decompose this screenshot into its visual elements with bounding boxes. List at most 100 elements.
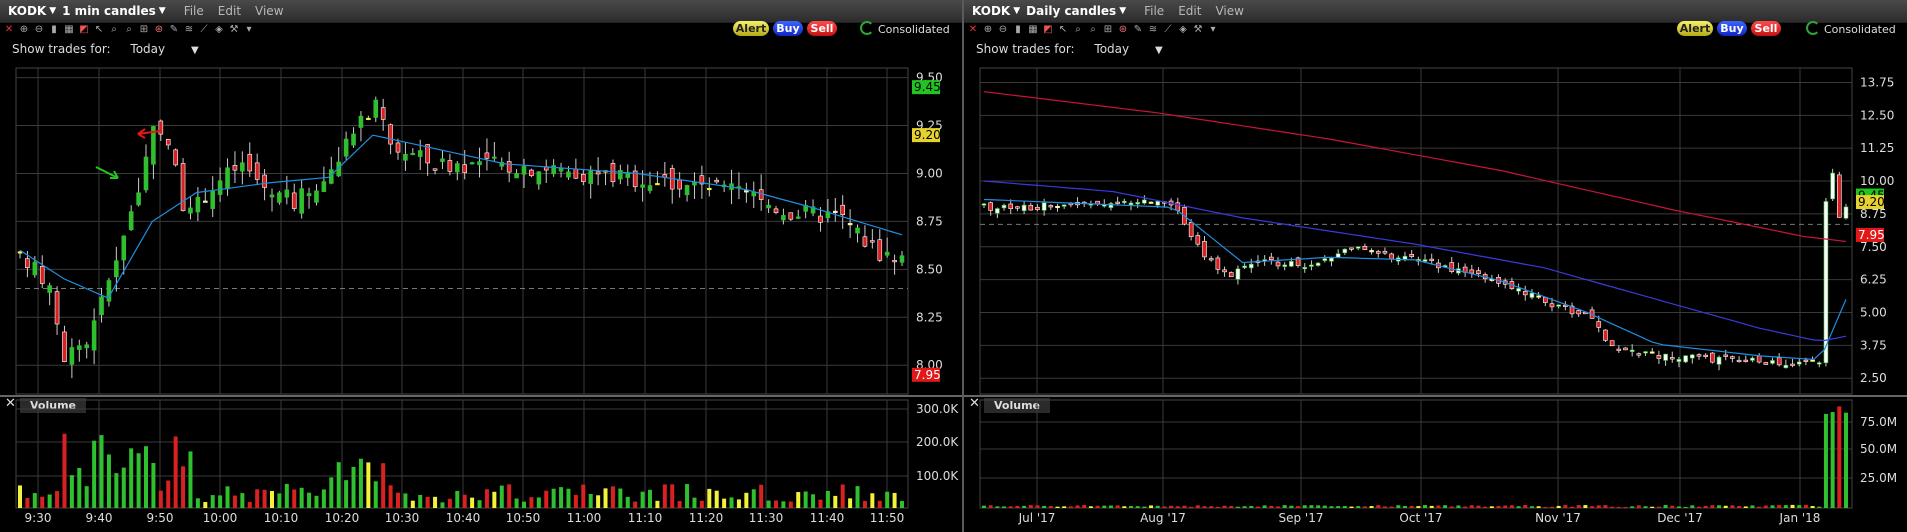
volume-bar [1129,506,1134,508]
volume-bar [1723,505,1728,508]
candle [1750,357,1755,361]
volume-bar [1322,505,1327,508]
volume-bar [173,436,178,508]
price-tick-label: 12.50 [1860,108,1894,122]
volume-bar [1002,506,1007,508]
candle [173,149,178,166]
price-tick-label: 10.00 [1860,174,1894,188]
candle [247,153,253,172]
volume-bar [1349,506,1354,508]
volume-bar [1215,506,1220,508]
volume-bar [1516,506,1521,508]
volume-bar [1436,505,1441,508]
candle [1349,247,1354,250]
volume-bar [633,501,638,508]
volume-bar [106,454,111,508]
volume-bar [1068,506,1073,508]
volume-bar [707,488,712,508]
candle [1730,356,1735,359]
volume-bar [781,501,786,508]
volume-tick-label: 50.0M [1860,442,1897,456]
volume-bar [1456,505,1461,508]
candle [25,258,30,268]
volume-bar [1743,506,1748,508]
volume-bar [1549,506,1554,508]
volume-bar [1730,505,1735,508]
volume-bar [833,495,838,508]
candle [1743,359,1749,362]
price-tick-label: 6.25 [1860,273,1887,287]
volume-bar [1316,505,1321,508]
candle [54,291,60,325]
volume-bar [484,489,489,508]
volume-bar [1489,506,1494,508]
candle [373,99,379,118]
candle [1790,363,1795,366]
candle [1476,270,1481,274]
candle [262,174,267,188]
volume-bar [1155,505,1160,508]
volume-bar [1102,505,1107,508]
volume-bar [1389,506,1394,508]
volume-bar [18,485,22,508]
volume-bar [55,491,60,508]
candle [76,345,82,350]
candle [521,165,527,175]
candle [870,240,875,243]
candle [1636,353,1642,356]
candle [1041,202,1047,211]
volume-bar [1650,506,1655,508]
candle [899,255,905,263]
volume-bar [1149,505,1154,508]
price-tick-label: 2.50 [1860,371,1887,385]
time-tick-label: 11:40 [810,511,845,525]
volume-bar [900,501,904,508]
volume-bar [559,487,564,508]
volume-bar [1717,505,1722,508]
candle [1736,359,1742,363]
intraday-chart[interactable]: 9.509.259.008.758.508.258.009:30 9:40 9:50… [0,0,962,532]
volume-bar [240,493,245,508]
price-badge-last-label: 9.20 [914,128,941,142]
candle [1556,304,1561,307]
volume-bar [1048,505,1053,508]
candle [1770,360,1775,364]
volume-bar [1536,506,1541,508]
price-tick-label: 13.75 [1860,75,1894,89]
candle [1663,353,1668,361]
candle [1001,204,1007,209]
candle [1208,258,1214,261]
candle [506,161,512,173]
daily-chart[interactable]: 13.7512.5011.2510.008.757.506.255.003.75… [964,0,1907,532]
volume-bar [588,494,593,508]
candle [995,208,1000,214]
price-tick-label: 8.25 [916,310,943,324]
candle [1235,268,1241,280]
volume-bar [729,497,734,508]
volume-bar [358,458,363,508]
volume-bar [1703,505,1708,508]
volume-bar [885,491,890,508]
volume-pane-frame [979,399,1853,509]
candle [840,204,846,215]
candle [1823,201,1829,364]
candle [91,320,97,351]
candle [217,180,223,195]
volume-bar [1529,506,1534,508]
volume-bar [492,491,497,508]
volume-bar [1169,505,1174,508]
volume-bar [640,491,645,508]
candle [595,171,601,175]
candle [536,171,542,185]
volume-bar [247,501,252,508]
candle [1796,361,1802,365]
volume-bar [982,505,986,508]
candle [1756,355,1762,363]
volume-bar [403,493,408,508]
candle [1576,310,1582,315]
candle [254,162,260,180]
volume-bar [121,467,126,508]
time-tick-label: 11:30 [749,511,784,525]
volume-bar [714,490,719,508]
volume-bar [129,448,134,508]
